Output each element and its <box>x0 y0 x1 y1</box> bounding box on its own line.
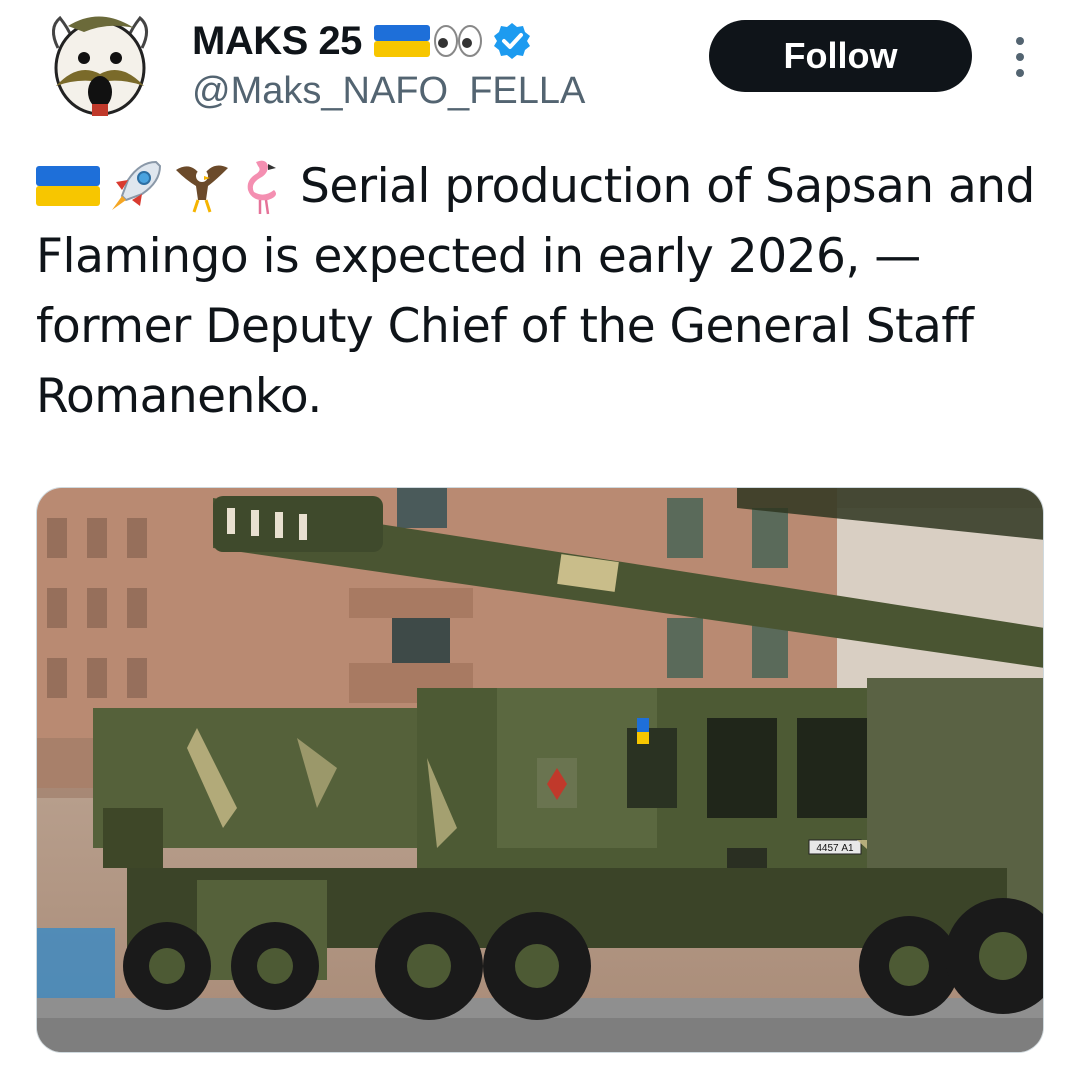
tweet-body: Serial production of Sapsan and Flamingo… <box>36 152 1046 432</box>
verified-badge-icon[interactable] <box>492 21 532 61</box>
military-vehicle-photo: 4457 А1 <box>37 488 1043 1052</box>
display-name[interactable]: MAKS 25 <box>192 19 362 64</box>
rocket-icon <box>112 160 162 210</box>
tweet-header: MAKS 25 @Maks_NAFO_FELLA Follow <box>0 0 1080 130</box>
author-handle[interactable]: @Maks_NAFO_FELLA <box>192 70 585 113</box>
author-name-row[interactable]: MAKS 25 <box>192 16 532 66</box>
eagle-icon <box>176 165 228 213</box>
ukraine-flag-icon <box>36 166 100 206</box>
follow-button[interactable]: Follow <box>709 20 972 92</box>
more-vertical-icon[interactable] <box>1004 34 1036 80</box>
ukraine-flag-icon <box>373 21 430 61</box>
tweet-photo[interactable]: 4457 А1 <box>36 487 1044 1053</box>
flamingo-icon <box>247 160 276 215</box>
emoji-prefix <box>36 156 286 216</box>
eyes-icon <box>432 21 484 61</box>
license-plate: 4457 А1 <box>816 843 854 854</box>
avatar[interactable] <box>38 8 162 120</box>
avatar-image <box>52 15 148 116</box>
